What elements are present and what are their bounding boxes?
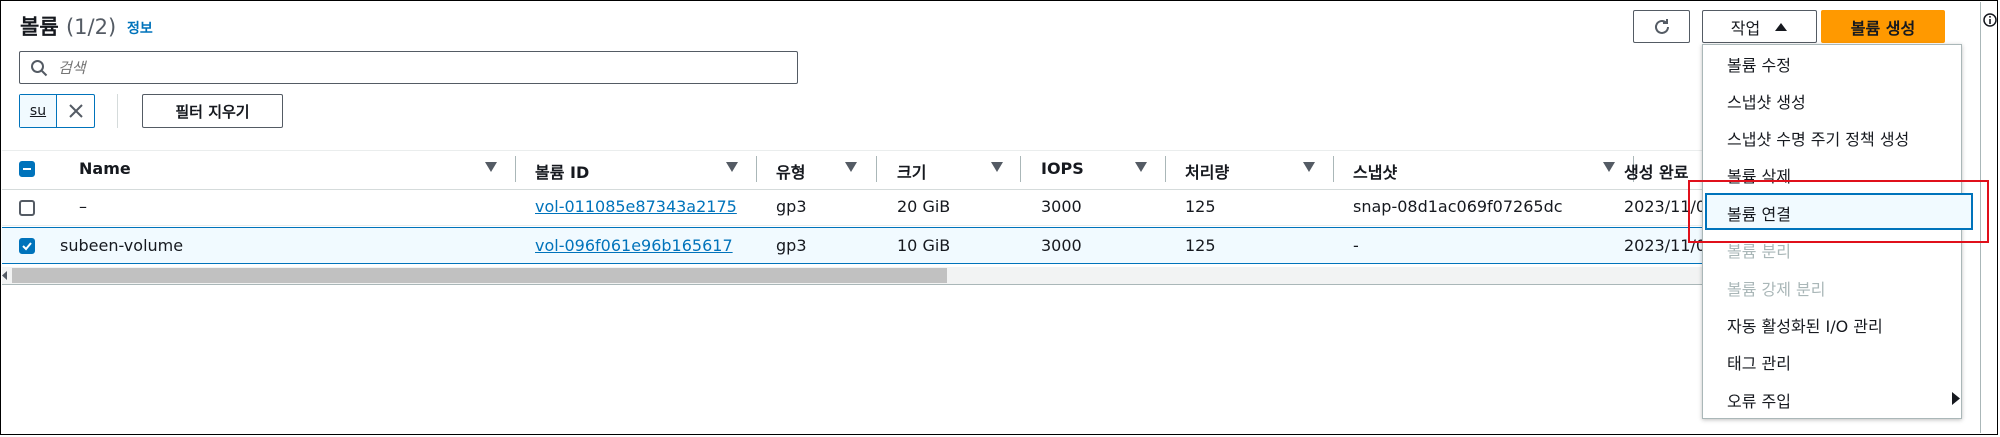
filter-token: su <box>19 94 95 128</box>
cell-size: 20 GiB <box>897 197 951 216</box>
search-bar[interactable] <box>19 51 798 84</box>
page-title-text: 볼륨 <box>20 15 59 39</box>
submenu-arrow-icon <box>1952 392 1960 405</box>
sort-icon[interactable] <box>1303 162 1315 172</box>
cell-volume-id-link[interactable]: vol-011085e87343a2175 <box>535 197 737 216</box>
page-title: 볼륨 (1/2) <box>20 11 116 41</box>
toolbar-divider <box>117 94 118 128</box>
annotation-highlight-box <box>1688 180 1989 243</box>
column-resizer[interactable] <box>1165 156 1166 182</box>
cell-name: subeen-volume <box>60 236 184 255</box>
column-resizer[interactable] <box>876 156 877 182</box>
close-icon <box>68 104 83 118</box>
sort-icon[interactable] <box>991 162 1003 172</box>
search-input[interactable] <box>56 57 760 78</box>
column-resizer[interactable] <box>515 156 516 182</box>
create-volume-button[interactable]: 볼륨 생성 <box>1821 10 1945 43</box>
menu-item-manage-tags[interactable]: 태그 관리 <box>1727 350 1791 374</box>
column-header-throughput[interactable]: 처리량 <box>1185 159 1229 183</box>
column-resizer[interactable] <box>1333 156 1334 182</box>
select-all-checkbox[interactable] <box>19 161 35 177</box>
info-icon[interactable] <box>1983 12 1997 28</box>
info-link[interactable]: 정보 <box>127 18 153 38</box>
sort-icon[interactable] <box>726 162 738 172</box>
menu-item-manage-auto-io[interactable]: 자동 활성화된 I/O 관리 <box>1727 313 1883 337</box>
cell-name: – <box>79 197 87 216</box>
cell-volume-id-link[interactable]: vol-096f061e96b165617 <box>535 236 733 255</box>
cell-iops: 3000 <box>1041 236 1082 255</box>
cell-snapshot: snap-08d1ac069f07265dc <box>1353 197 1563 216</box>
sort-icon[interactable] <box>485 162 497 172</box>
menu-item-modify-volume[interactable]: 볼륨 수정 <box>1727 52 1791 76</box>
clear-filters-button[interactable]: 필터 지우기 <box>142 94 283 128</box>
sort-icon[interactable] <box>1603 162 1615 172</box>
scroll-left-icon[interactable] <box>2 271 8 280</box>
cell-type: gp3 <box>776 197 807 216</box>
column-header-iops[interactable]: IOPS <box>1041 159 1084 178</box>
scrollbar-thumb[interactable] <box>12 268 947 283</box>
cell-iops: 3000 <box>1041 197 1082 216</box>
actions-button-label: 작업 <box>1730 18 1761 38</box>
column-header-type[interactable]: 유형 <box>776 159 805 183</box>
menu-item-fault-injection[interactable]: 오류 주입 <box>1727 388 1791 412</box>
column-header-snapshot[interactable]: 스냅샷 <box>1353 159 1397 183</box>
table-row-selected[interactable] <box>2 227 1702 264</box>
caret-up-icon <box>1775 22 1788 31</box>
menu-item-create-lifecycle-policy[interactable]: 스냅샷 수명 주기 정책 생성 <box>1727 126 1909 150</box>
column-header-volume-id[interactable]: 볼륨 ID <box>535 159 589 183</box>
actions-button[interactable]: 작업 <box>1702 10 1817 43</box>
checkmark-icon <box>22 242 32 251</box>
filter-token-label[interactable]: su <box>20 95 57 127</box>
sort-icon[interactable] <box>1135 162 1147 172</box>
menu-item-force-detach: 볼륨 강제 분리 <box>1727 280 1826 299</box>
refresh-button[interactable] <box>1633 10 1690 43</box>
cell-throughput: 125 <box>1185 197 1216 216</box>
cell-throughput: 125 <box>1185 236 1216 255</box>
selection-count: (1/2) <box>65 15 117 39</box>
column-header-created-visible[interactable]: 생성 완료 <box>1624 159 1688 183</box>
remove-filter-button[interactable] <box>57 95 94 127</box>
menu-item-create-snapshot[interactable]: 스냅샷 생성 <box>1727 89 1806 113</box>
refresh-icon <box>1654 18 1669 34</box>
column-resizer[interactable] <box>1020 156 1021 182</box>
column-header-name[interactable]: Name <box>79 159 131 178</box>
column-header-size[interactable]: 크기 <box>897 159 926 183</box>
row-checkbox-checked[interactable] <box>19 238 35 254</box>
search-icon <box>31 59 48 76</box>
cell-size: 10 GiB <box>897 236 951 255</box>
cell-snapshot: - <box>1353 236 1359 255</box>
cell-type: gp3 <box>776 236 807 255</box>
sort-icon[interactable] <box>845 162 857 172</box>
column-resizer[interactable] <box>756 156 757 182</box>
row-checkbox[interactable] <box>19 200 35 216</box>
